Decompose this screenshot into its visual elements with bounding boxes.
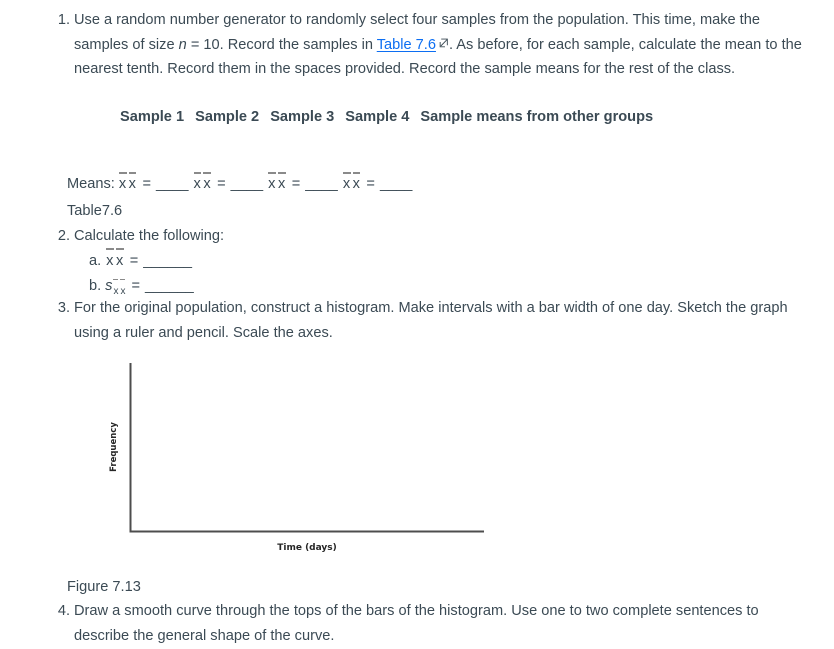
calculation-blank-b[interactable]: ______ bbox=[145, 278, 194, 294]
means-row: Means: x x = ____ x x = ____ x x = ____ x x = ____ bbox=[67, 172, 412, 195]
equals-sign-1: = bbox=[142, 176, 151, 192]
figure-caption: Figure 7.13 bbox=[67, 579, 141, 595]
exercise-item-2: 2. Calculate the following: bbox=[52, 224, 674, 249]
histogram-axes-svg: Frequency Time (days) bbox=[109, 363, 484, 553]
xbar-symbol-1: xx bbox=[118, 172, 138, 192]
equals-sign-2: = bbox=[217, 176, 226, 192]
means-blank-4[interactable]: ____ bbox=[380, 176, 412, 192]
sample-column-header-3: Sample 3 bbox=[270, 109, 335, 125]
list-marker-4: 4. bbox=[57, 603, 70, 619]
list-marker-2: 2. bbox=[57, 228, 70, 244]
sample-column-header-1: Sample 1 bbox=[120, 109, 185, 125]
sample-column-header-4: Sample 4 bbox=[345, 109, 410, 125]
exercise-item-1: 1. Use a random number generator to rand… bbox=[52, 8, 806, 82]
equals-sign-b: = bbox=[131, 278, 140, 294]
external-link-icon bbox=[439, 38, 449, 48]
table-7-6-link[interactable]: Table 7.6 bbox=[377, 37, 436, 53]
calculation-blank-a[interactable]: ______ bbox=[143, 253, 192, 269]
histogram-figure: Frequency Time (days) bbox=[100, 352, 520, 557]
table-caption: Table7.6 bbox=[67, 203, 123, 219]
item-3-text: For the original population, construct a… bbox=[74, 300, 788, 341]
exercise-item-3: 3. For the original population, construc… bbox=[52, 296, 806, 345]
sample-table-header-row: Sample 1 Sample 2 Sample 3 Sample 4 Sample m… bbox=[120, 106, 653, 128]
sub-marker-a: a. bbox=[89, 253, 102, 269]
x-axis-label: Time (days) bbox=[277, 543, 337, 553]
means-blank-1[interactable]: ____ bbox=[156, 176, 188, 192]
y-axis-label: Frequency bbox=[109, 422, 119, 472]
sub-marker-b: b. bbox=[89, 278, 102, 294]
item-4-text: Draw a smooth curve through the tops of … bbox=[74, 603, 759, 644]
xbar-symbol-2: xx bbox=[193, 172, 213, 192]
list-marker-3: 3. bbox=[57, 300, 70, 316]
calculation-item-a: a. x x = ______ bbox=[89, 248, 194, 274]
means-blank-2[interactable]: ____ bbox=[231, 176, 263, 192]
list-marker-1: 1. bbox=[57, 12, 70, 28]
worksheet-page: 1. Use a random number generator to rand… bbox=[0, 0, 834, 649]
variable-n: n bbox=[178, 36, 187, 53]
means-label: Means: bbox=[67, 176, 115, 192]
item-1-text-equals: = 10. Record the samples in bbox=[186, 36, 377, 53]
item-2-text: Calculate the following: bbox=[74, 228, 225, 244]
equals-sign-3: = bbox=[291, 176, 301, 192]
sample-column-header-2: Sample 2 bbox=[195, 109, 260, 125]
equals-sign-4: = bbox=[366, 176, 375, 192]
means-blank-3[interactable]: ____ bbox=[305, 176, 337, 192]
xbar-symbol-4: xx bbox=[342, 172, 362, 192]
exercise-item-4: 4. Draw a smooth curve through the tops … bbox=[52, 599, 806, 648]
xbar-symbol-3: xx bbox=[267, 172, 287, 192]
sample-column-header-5: Sample means from other groups bbox=[420, 109, 654, 125]
equals-sign-a: = bbox=[129, 253, 139, 269]
xbar-symbol-a: xx bbox=[105, 248, 125, 269]
